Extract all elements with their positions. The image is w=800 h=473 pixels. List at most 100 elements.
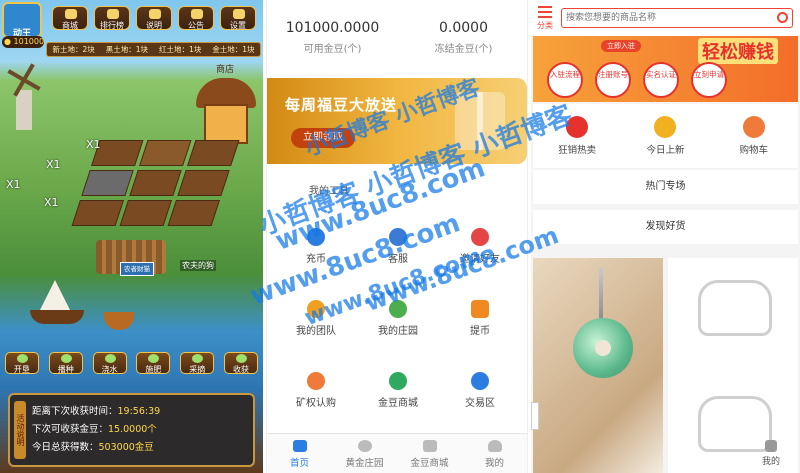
harvest-button[interactable]: 收获 — [224, 352, 259, 374]
plot-multiplier: X1 — [44, 196, 59, 209]
pendant-chain — [599, 268, 603, 322]
notice-button[interactable]: 公告 — [178, 6, 214, 30]
next-harvest-label: 距离下次收获时间： — [32, 406, 118, 417]
farm-plot[interactable] — [81, 170, 134, 196]
category-button[interactable]: 分类 — [535, 6, 555, 32]
ranking-button[interactable]: 排行榜 — [94, 6, 130, 30]
claim-now-button[interactable]: 立即领取 — [291, 128, 355, 148]
tool-support[interactable]: 客服 — [363, 228, 433, 265]
search-input[interactable] — [566, 9, 766, 27]
tool-label: 交易区 — [465, 398, 495, 409]
land-count: 新土地：2块 — [52, 45, 95, 54]
sow-button[interactable]: 播种 — [48, 352, 83, 374]
tab-label: 首页 — [289, 458, 309, 469]
farm-plot[interactable] — [177, 170, 230, 196]
frozen-value: 0.0000 — [439, 20, 488, 36]
action-label: 收获 — [233, 365, 250, 374]
tab-mine[interactable]: 我的 — [462, 434, 527, 473]
cart-link[interactable]: 购物车 — [724, 116, 784, 168]
farm-plot[interactable] — [71, 200, 124, 226]
user-icon — [765, 440, 777, 452]
top-button-label: 设置 — [230, 21, 246, 30]
product-card[interactable] — [533, 258, 663, 473]
sickle-icon — [236, 354, 248, 363]
farm-sign: 农者财猫 — [120, 262, 154, 276]
tool-deposit[interactable]: 充币 — [281, 228, 351, 265]
promo-banner[interactable]: 每周福豆大放送 立即领取 — [267, 78, 527, 164]
plow-button[interactable]: 开垦 — [4, 352, 39, 374]
frozen-label: 冻结金豆(个) — [434, 44, 493, 55]
shop-top-button[interactable]: 商城 — [52, 6, 88, 30]
top-button-label: 公告 — [188, 21, 204, 30]
shop-header: 分类 — [531, 0, 800, 36]
basket-icon — [192, 354, 204, 363]
plot-multiplier: X1 — [86, 138, 101, 151]
player-avatar[interactable]: 动王 — [2, 2, 42, 39]
hot-section-title[interactable]: 热门专场 — [533, 170, 798, 204]
discover-section-title[interactable]: 发现好货 — [533, 210, 798, 244]
today-total-value: 503000金豆 — [98, 442, 154, 453]
plot-multiplier: X1 — [46, 158, 61, 171]
user-icon — [487, 440, 502, 452]
farm-plot[interactable] — [187, 140, 240, 166]
tab-golden-manor[interactable]: 黄金庄园 — [332, 434, 397, 473]
gift-box-icon — [455, 92, 505, 150]
tab-label: 我的 — [484, 458, 504, 469]
plot-multiplier: X1 — [6, 178, 21, 191]
new-today-link[interactable]: 今日上新 — [635, 116, 695, 168]
shop-house[interactable] — [196, 78, 256, 148]
search-icon[interactable] — [777, 12, 788, 23]
link-label: 今日上新 — [646, 145, 685, 156]
merchant-banner[interactable]: 立即入驻 轻松赚钱 入驻流程 注册账号 实名认证 立刻申请 — [533, 36, 798, 102]
shop-label: 商店 — [216, 65, 235, 75]
fertilizer-icon — [148, 354, 160, 363]
harvest-info-panel: 活动说明 距离下次收获时间：19:56:39 下次可收获金豆：15.0000个 … — [8, 393, 255, 467]
tool-label: 提币 — [470, 326, 490, 337]
mall-icon — [422, 440, 437, 452]
next-coins-value: 15.0000个 — [108, 424, 157, 435]
tool-withdraw[interactable]: 提币 — [445, 300, 515, 337]
tool-label: 金豆商城 — [378, 398, 418, 409]
tool-bean-mall[interactable]: 金豆商城 — [363, 372, 433, 409]
tab-bean-mall[interactable]: 金豆商城 — [397, 434, 462, 473]
activity-info-tab[interactable]: 活动说明 — [14, 401, 26, 459]
side-handle[interactable] — [531, 402, 539, 430]
tool-invite[interactable]: 邀请好友 — [445, 228, 515, 265]
tool-team[interactable]: 我的团队 — [281, 300, 351, 337]
fertilize-button[interactable]: 施肥 — [136, 352, 171, 374]
farm-plot[interactable] — [119, 200, 172, 226]
tool-manor[interactable]: 我的庄园 — [363, 300, 433, 337]
pick-button[interactable]: 采摘 — [180, 352, 215, 374]
cart-icon — [742, 116, 765, 138]
watering-can-icon — [104, 354, 116, 363]
land-summary-bar: 新土地：2块 黑土地：1块 红土地：1块 金土地：1块 — [46, 42, 261, 57]
tool-mining-rights[interactable]: 矿权认购 — [281, 372, 351, 409]
tab-label: 黄金庄园 — [345, 458, 384, 469]
hot-icon — [566, 116, 589, 138]
tab-mine[interactable]: 我的 — [751, 440, 791, 467]
guide-button[interactable]: 说明 — [136, 6, 172, 30]
deposit-icon — [307, 228, 325, 246]
farm-plot[interactable] — [139, 140, 192, 166]
settings-button[interactable]: 设置 — [220, 6, 256, 30]
tab-label: 金豆商城 — [410, 458, 449, 469]
category-label: 分类 — [537, 21, 553, 30]
farm-plot[interactable] — [167, 200, 220, 226]
action-label: 施肥 — [145, 365, 162, 374]
hot-sale-link[interactable]: 狂销热卖 — [547, 116, 607, 168]
land-count: 红土地：1块 — [158, 45, 202, 54]
tab-home[interactable]: 首页 — [267, 434, 332, 473]
wallet-panel: 101000.0000 可用金豆(个) 0.0000 冻结金豆(个) 每周福豆大… — [266, 0, 528, 473]
next-harvest-row: 距离下次收获时间：19:56:39 — [32, 403, 160, 417]
available-label: 可用金豆(个) — [303, 44, 362, 55]
water-button[interactable]: 浇水 — [92, 352, 127, 374]
banner-pill: 立即入驻 — [601, 40, 641, 52]
farm-plot[interactable] — [129, 170, 182, 196]
tab-label: 我的 — [761, 457, 780, 467]
tool-trade[interactable]: 交易区 — [445, 372, 515, 409]
trophy-icon — [107, 9, 119, 19]
top-button-label: 商城 — [62, 21, 78, 30]
dog-label[interactable]: 农夫的狗 — [180, 260, 216, 271]
placeholder-image — [698, 280, 772, 336]
tool-label: 我的团队 — [296, 326, 336, 337]
